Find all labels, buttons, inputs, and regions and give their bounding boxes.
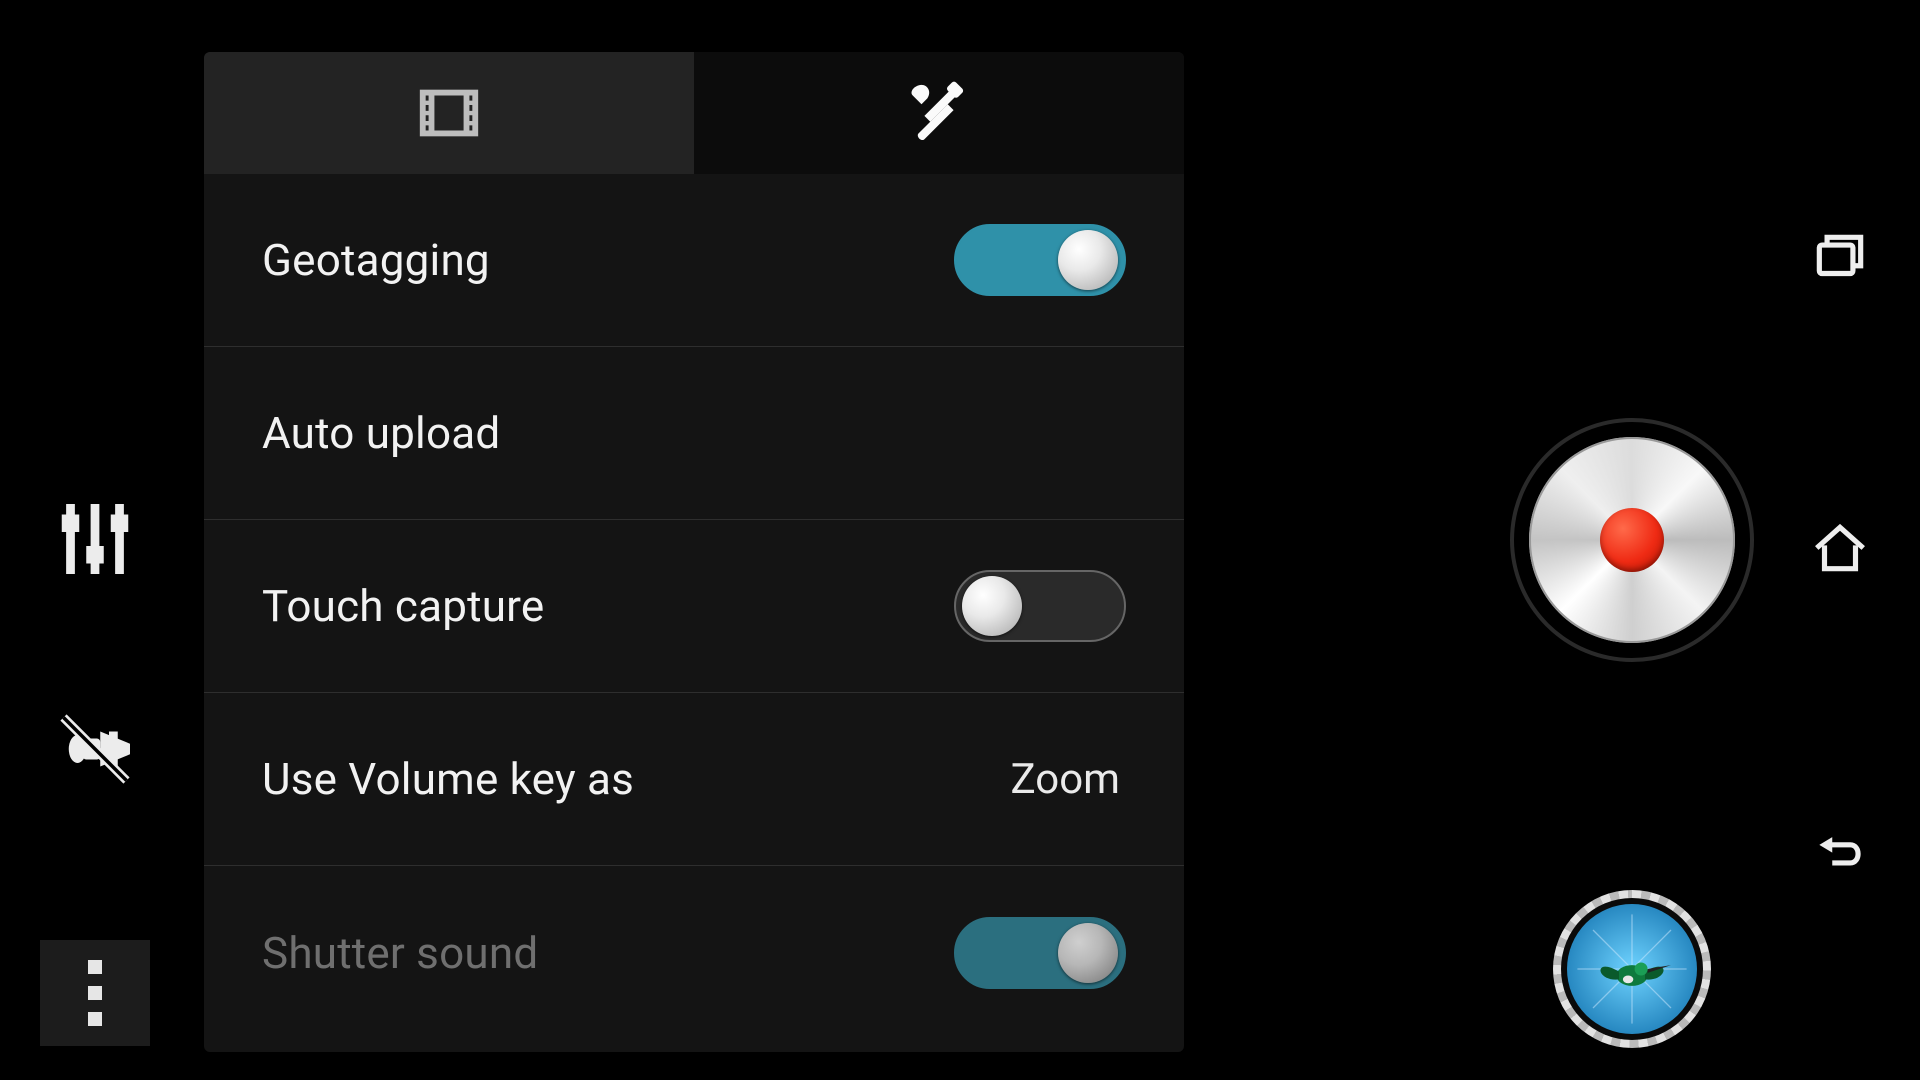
shutter-ring: [1529, 437, 1735, 643]
record-button[interactable]: [1510, 418, 1754, 662]
overflow-menu-icon: [88, 960, 102, 1026]
nav-home-button[interactable]: [1790, 498, 1890, 598]
setting-label: Use Volume key as: [262, 753, 634, 805]
toggle-knob: [962, 576, 1022, 636]
setting-row-auto-upload[interactable]: Auto upload: [204, 347, 1184, 520]
flash-off-icon: [53, 707, 137, 791]
setting-label: Touch capture: [262, 580, 544, 632]
home-icon: [1809, 517, 1871, 579]
flash-off-button[interactable]: [40, 694, 150, 804]
nav-back-button[interactable]: [1790, 800, 1890, 900]
toggle-geotagging[interactable]: [954, 224, 1126, 296]
setting-row-volume-key[interactable]: Use Volume key as Zoom: [204, 693, 1184, 866]
camera-settings-panel: Geotagging Auto upload Touch capture Use…: [204, 52, 1184, 1052]
back-icon: [1809, 819, 1871, 881]
nav-recents-button[interactable]: [1790, 208, 1890, 308]
setting-label: Shutter sound: [262, 927, 538, 979]
overflow-menu-button[interactable]: [40, 940, 150, 1046]
settings-list: Geotagging Auto upload Touch capture Use…: [204, 174, 1184, 1039]
toggle-knob: [1058, 923, 1118, 983]
toggle-knob: [1058, 230, 1118, 290]
setting-row-geotagging[interactable]: Geotagging: [204, 174, 1184, 347]
gallery-thumbnail-button[interactable]: [1553, 890, 1711, 1048]
adjust-sliders-button[interactable]: [40, 484, 150, 594]
setting-value: Zoom: [1011, 755, 1126, 804]
setting-row-touch-capture[interactable]: Touch capture: [204, 520, 1184, 693]
film-icon: [414, 78, 484, 148]
toggle-touch-capture[interactable]: [954, 570, 1126, 642]
setting-label: Geotagging: [262, 234, 490, 286]
adjust-sliders-icon: [53, 497, 137, 581]
gallery-thumbnail-image: [1567, 904, 1697, 1034]
toggle-shutter-sound[interactable]: [954, 917, 1126, 989]
setting-row-shutter-sound[interactable]: Shutter sound: [204, 866, 1184, 1039]
tools-icon: [904, 78, 974, 148]
tab-tools[interactable]: [694, 52, 1184, 174]
recents-icon: [1809, 227, 1871, 289]
tab-video[interactable]: [204, 52, 694, 174]
setting-label: Auto upload: [262, 407, 500, 459]
record-dot-icon: [1600, 508, 1664, 572]
